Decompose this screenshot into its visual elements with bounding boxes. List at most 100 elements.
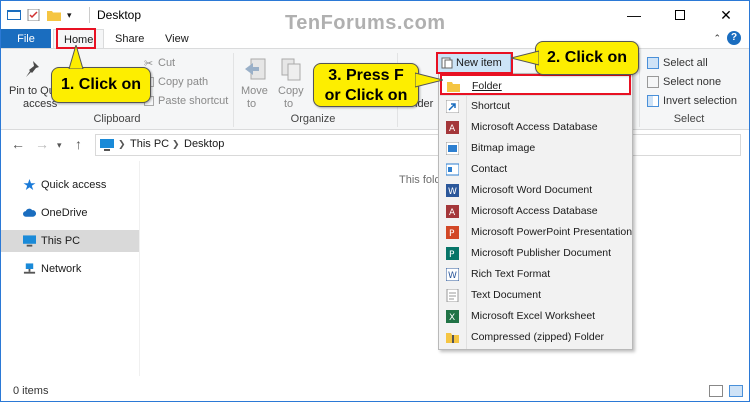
publisher-icon: P	[446, 247, 459, 260]
help-icon[interactable]: ?	[727, 31, 741, 45]
title-bar: ▾ Desktop TenForums.com — ✕	[1, 1, 749, 34]
menu-item-label: Microsoft Access Database	[471, 205, 598, 217]
access-icon: A	[446, 121, 459, 134]
window-title: Desktop	[97, 8, 142, 22]
move-to-line1[interactable]: Move	[241, 85, 268, 97]
organize-group-label: Organize	[290, 113, 336, 125]
cloud-icon	[23, 208, 36, 217]
up-arrow-icon[interactable]: ↑	[75, 136, 82, 152]
select-none-button[interactable]: Select none	[647, 76, 721, 89]
pin-icon	[26, 61, 39, 77]
svg-text:A: A	[449, 124, 456, 134]
customize-toolbar-icon[interactable]: ▾	[67, 10, 72, 21]
nav-item-this-pc[interactable]: This PC	[1, 230, 139, 252]
invert-selection-label: Invert selection	[663, 95, 737, 107]
menu-item-label: Bitmap image	[471, 142, 536, 154]
svg-text:P: P	[449, 229, 455, 239]
close-button[interactable]: ✕	[703, 1, 749, 29]
copy-to-line2[interactable]: to	[284, 98, 293, 110]
svg-text:W: W	[448, 187, 457, 197]
menu-item-label: Text Document	[471, 289, 542, 301]
menu-item-bitmap[interactable]: Bitmap image	[440, 138, 631, 159]
minimize-button[interactable]: —	[611, 1, 657, 29]
maximize-button[interactable]	[657, 1, 703, 29]
tab-view[interactable]: View	[155, 29, 199, 49]
nav-item-label: Quick access	[41, 179, 107, 191]
menu-item-label: Compressed (zipped) Folder	[471, 331, 605, 343]
copy-to-line1[interactable]: Copy	[278, 85, 304, 97]
menu-item-contact[interactable]: Contact	[440, 159, 631, 180]
menu-item-access-db-2[interactable]: A Microsoft Access Database	[440, 201, 631, 222]
copy-path-label: Copy path	[158, 76, 209, 88]
menu-item-word[interactable]: W Microsoft Word Document	[440, 180, 631, 201]
quick-access-toolbar: ▾	[7, 7, 72, 23]
recent-locations-icon[interactable]: ▾	[57, 140, 62, 151]
move-to-line2[interactable]: to	[247, 98, 256, 110]
menu-item-label: Microsoft PowerPoint Presentation	[471, 226, 633, 238]
maximize-icon	[675, 10, 685, 20]
breadcrumb-separator-icon: ❯	[118, 139, 126, 149]
pane-divider	[139, 161, 140, 376]
details-view-icon[interactable]	[709, 385, 723, 397]
cut-label: Cut	[158, 57, 176, 69]
large-icons-view-icon[interactable]	[729, 385, 743, 397]
forward-arrow-icon[interactable]: →	[35, 136, 49, 152]
clipboard-divider	[233, 53, 234, 127]
select-none-icon	[647, 76, 659, 89]
nav-item-onedrive[interactable]: OneDrive	[1, 202, 139, 224]
minimize-icon: —	[627, 7, 641, 23]
contact-icon	[446, 163, 459, 176]
navigation-pane: Quick access OneDrive This PC Network	[1, 161, 139, 376]
menu-item-label: Microsoft Word Document	[471, 184, 593, 196]
window-icon	[7, 10, 21, 20]
menu-item-text-doc[interactable]: Text Document	[440, 285, 631, 306]
select-all-button[interactable]: Select all	[647, 57, 708, 70]
computer-icon	[23, 235, 36, 247]
breadcrumb-this-pc[interactable]: This PC	[130, 138, 169, 150]
breadcrumb-desktop[interactable]: Desktop	[184, 138, 224, 150]
nav-item-network[interactable]: Network	[1, 258, 139, 280]
copy-path-button[interactable]: Copy path	[144, 76, 208, 88]
invert-selection-button[interactable]: Invert selection	[647, 95, 737, 108]
clipboard-group-label: Clipboard	[93, 113, 141, 125]
navigation-row: ← → ▾ ↑ ❯ This PC ❯ Desktop op	[1, 133, 749, 157]
menu-item-publisher[interactable]: P Microsoft Publisher Document	[440, 243, 631, 264]
powerpoint-icon: P	[446, 226, 459, 239]
menu-item-access-db[interactable]: A Microsoft Access Database	[440, 117, 631, 138]
nav-item-label: This PC	[41, 235, 81, 247]
callout-step-3-line1: 3. Press F	[328, 67, 404, 84]
select-divider	[639, 53, 640, 127]
menu-item-excel[interactable]: X Microsoft Excel Worksheet	[440, 306, 631, 327]
breadcrumb-separator-icon: ❯	[172, 139, 180, 149]
properties-icon[interactable]	[27, 9, 41, 21]
cut-button[interactable]: ✂ Cut	[144, 57, 176, 70]
menu-item-rtf[interactable]: W Rich Text Format	[440, 264, 631, 285]
copy-to-icon	[281, 58, 301, 81]
invert-selection-icon	[647, 95, 659, 108]
title-divider	[89, 7, 90, 23]
network-icon	[23, 263, 36, 274]
tab-file[interactable]: File	[1, 29, 51, 49]
nav-item-label: Network	[41, 263, 82, 275]
select-all-icon	[647, 57, 659, 70]
menu-item-label: Microsoft Excel Worksheet	[471, 310, 596, 322]
collapse-ribbon-icon[interactable]: ⌃	[713, 33, 721, 44]
nav-item-quick-access[interactable]: Quick access	[1, 174, 139, 196]
callout-step-3: 3. Press F or Click on	[313, 63, 419, 107]
menu-item-zip[interactable]: Compressed (zipped) Folder	[440, 327, 631, 348]
svg-text:W: W	[448, 271, 457, 281]
items-count: 0 items	[13, 385, 49, 397]
select-group-label: Select	[673, 113, 705, 125]
pin-quick-access-line1[interactable]: Pin to Qu	[9, 85, 55, 97]
explorer-window: ▾ Desktop TenForums.com — ✕ File Home Sh…	[0, 0, 750, 402]
callout-step-3-line2: or Click on	[324, 87, 408, 104]
back-arrow-icon[interactable]: ←	[11, 136, 25, 152]
paste-shortcut-button[interactable]: Paste shortcut	[144, 95, 228, 107]
menu-item-label: Microsoft Access Database	[471, 121, 598, 133]
new-folder-icon[interactable]	[47, 9, 61, 21]
shortcut-icon	[446, 100, 459, 113]
access-icon: A	[446, 205, 459, 218]
tab-share[interactable]: Share	[105, 29, 154, 49]
menu-item-shortcut[interactable]: Shortcut	[440, 96, 631, 117]
menu-item-powerpoint[interactable]: P Microsoft PowerPoint Presentation	[440, 222, 633, 243]
